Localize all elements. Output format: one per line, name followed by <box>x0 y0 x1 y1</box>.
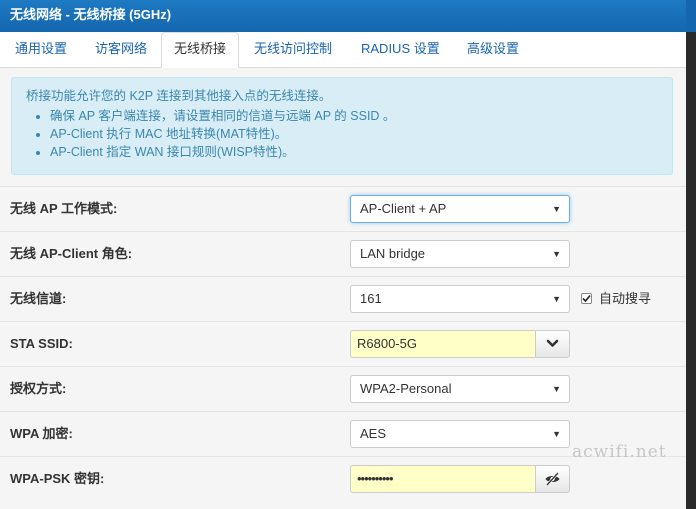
wpa-encryption-value: AES <box>360 426 387 441</box>
channel-label: 无线信道: <box>10 291 67 306</box>
caret-down-icon: ▼ <box>552 249 561 259</box>
sta-ssid-label: STA SSID: <box>10 336 73 351</box>
wpa-psk-label: WPA-PSK 密钥: <box>10 471 105 486</box>
wpa-encryption-label: WPA 加密: <box>10 426 73 441</box>
row-wpa-psk: WPA-PSK 密钥: •••••••••• <box>0 456 686 501</box>
ssid-dropdown-button[interactable] <box>535 330 570 358</box>
ap-mode-select[interactable]: AP-Client + AP ▼ <box>350 195 570 223</box>
client-role-select[interactable]: LAN bridge ▼ <box>350 240 570 268</box>
toggle-password-visibility-button[interactable] <box>535 465 570 493</box>
info-intro: 桥接功能允许您的 K2P 连接到其他接入点的无线连接。 <box>26 89 332 103</box>
row-client-role: 无线 AP-Client 角色: LAN bridge ▼ <box>0 231 686 276</box>
caret-down-icon: ▼ <box>552 384 561 394</box>
tab-wireless-bridge[interactable]: 无线桥接 <box>161 32 240 68</box>
chevron-down-icon <box>546 339 559 347</box>
tab-advanced-settings[interactable]: 高级设置 <box>467 32 519 67</box>
tab-general-settings[interactable]: 通用设置 <box>15 32 67 67</box>
auto-scan-label: 自动搜寻 <box>599 291 652 306</box>
client-role-value: LAN bridge <box>360 246 426 261</box>
info-bullet: AP-Client 指定 WAN 接口规则(WISP特性)。 <box>50 143 658 161</box>
caret-down-icon: ▼ <box>552 294 561 304</box>
eye-slash-icon <box>545 472 560 486</box>
info-list: 确保 AP 客户端连接，请设置相同的信道与远端 AP 的 SSID 。 AP-C… <box>26 107 658 161</box>
ap-mode-label: 无线 AP 工作模式: <box>10 201 118 216</box>
row-auth-mode: 授权方式: WPA2-Personal ▼ <box>0 366 686 411</box>
auth-mode-select[interactable]: WPA2-Personal ▼ <box>350 375 570 403</box>
scrollbar-strip <box>686 0 696 509</box>
wpa-encryption-select[interactable]: AES ▼ <box>350 420 570 448</box>
info-box: 桥接功能允许您的 K2P 连接到其他接入点的无线连接。 确保 AP 客户端连接，… <box>11 77 673 175</box>
info-bullet: AP-Client 执行 MAC 地址转换(MAT特性)。 <box>50 125 658 143</box>
window-title: 无线网络 - 无线桥接 (5GHz) <box>0 0 686 32</box>
client-role-label: 无线 AP-Client 角色: <box>10 246 133 261</box>
ap-mode-value: AP-Client + AP <box>360 201 447 216</box>
auto-scan-checkbox[interactable] <box>581 293 592 304</box>
tab-guest-network[interactable]: 访客网络 <box>95 32 147 67</box>
tab-radius-settings[interactable]: RADIUS 设置 <box>361 32 440 67</box>
watermark: acwifi.net <box>572 442 667 462</box>
tab-access-control[interactable]: 无线访问控制 <box>254 32 332 67</box>
channel-select[interactable]: 161 ▼ <box>350 285 570 313</box>
auth-mode-label: 授权方式: <box>10 381 67 396</box>
info-bullet: 确保 AP 客户端连接，请设置相同的信道与远端 AP 的 SSID 。 <box>50 107 658 125</box>
channel-value: 161 <box>360 291 382 306</box>
caret-down-icon: ▼ <box>552 429 561 439</box>
sta-ssid-input[interactable]: R6800-5G <box>350 330 536 358</box>
row-channel: 无线信道: 161 ▼ 自动搜寻 <box>0 276 686 321</box>
row-ap-mode: 无线 AP 工作模式: AP-Client + AP ▼ <box>0 186 686 231</box>
caret-down-icon: ▼ <box>552 204 561 214</box>
check-icon <box>582 294 591 303</box>
row-sta-ssid: STA SSID: R6800-5G <box>0 321 686 366</box>
titlebar-edge <box>686 0 696 32</box>
wpa-psk-input[interactable]: •••••••••• <box>350 465 536 493</box>
tab-bar: 通用设置 访客网络 无线桥接 无线访问控制 RADIUS 设置 高级设置 <box>0 32 686 68</box>
auth-mode-value: WPA2-Personal <box>360 381 452 396</box>
